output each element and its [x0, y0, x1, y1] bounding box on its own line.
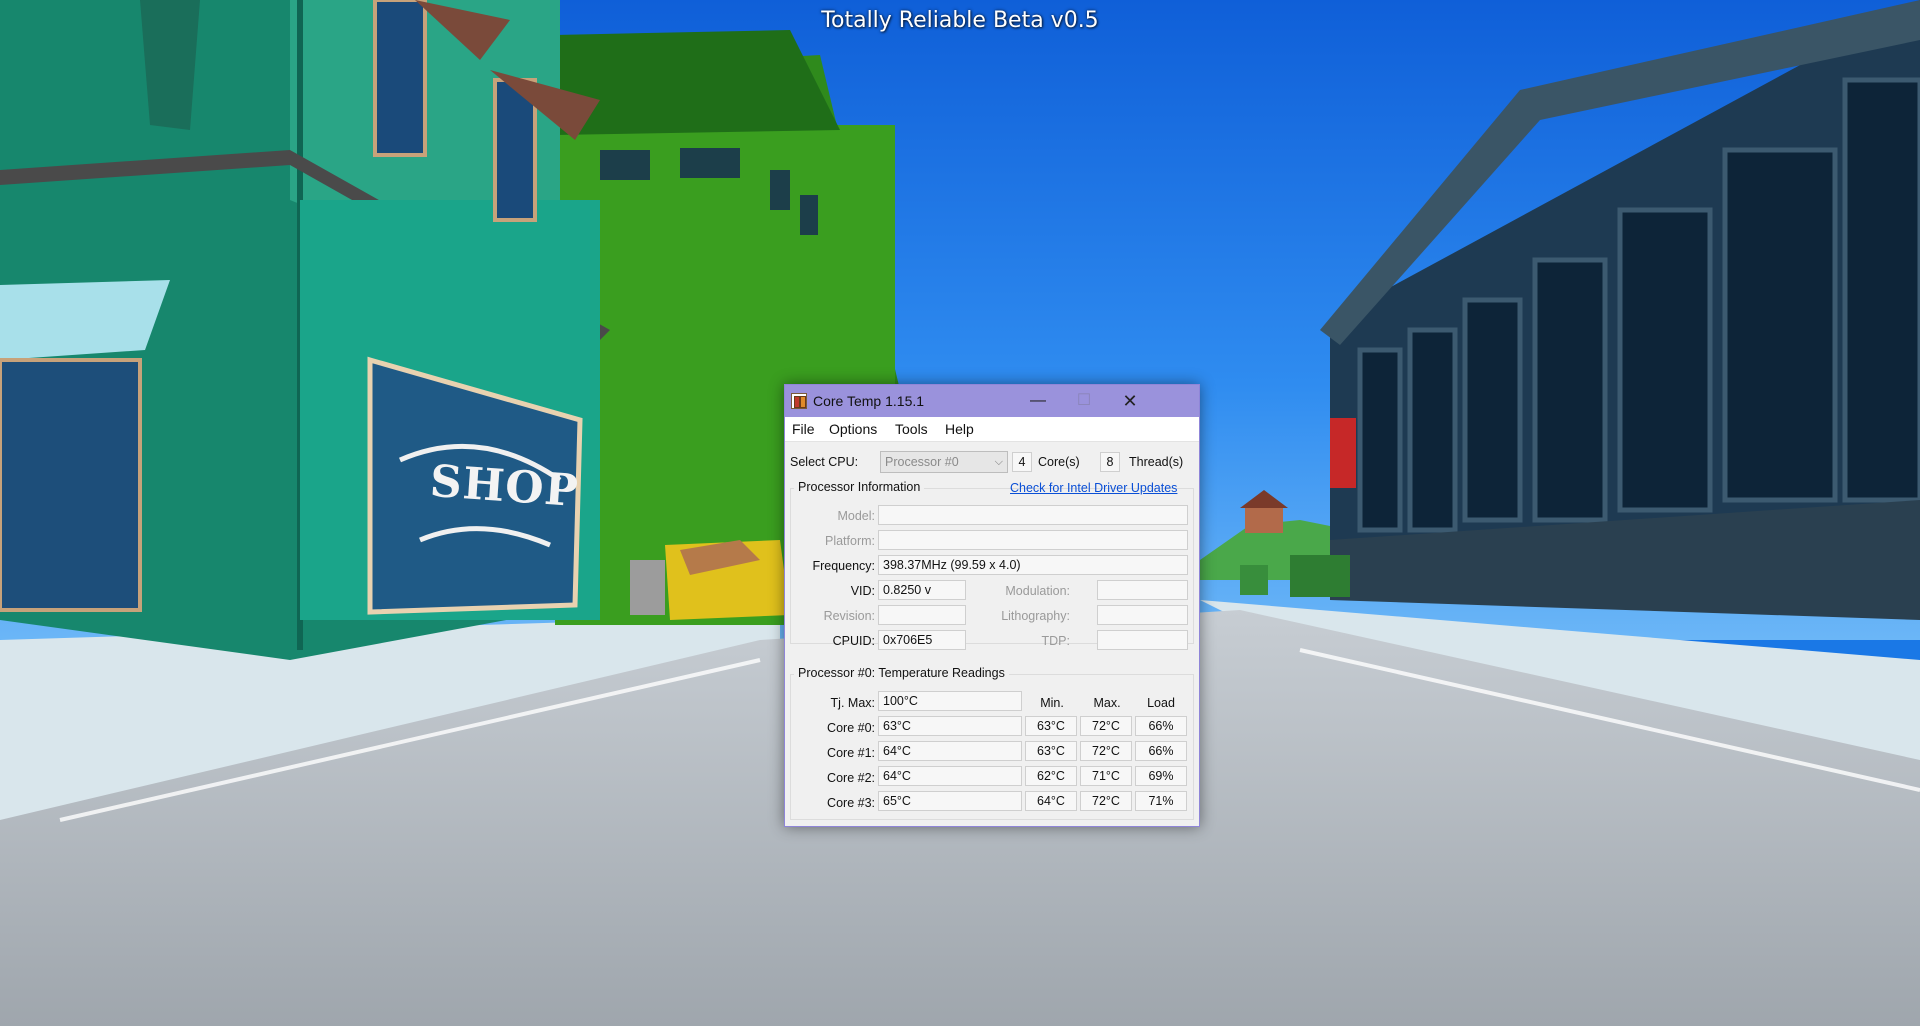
threads-label: Thread(s) — [1129, 455, 1184, 469]
vid-field: 0.8250 v — [878, 580, 966, 600]
lithography-field — [1097, 605, 1188, 625]
core-temp: 64°C — [878, 741, 1022, 761]
core-max: 72°C — [1080, 791, 1132, 811]
modulation-field — [1097, 580, 1188, 600]
core-max: 72°C — [1080, 716, 1132, 736]
tdp-field — [1097, 630, 1188, 650]
col-max-header: Max. — [1093, 696, 1121, 710]
maximize-button[interactable]: ☐ — [1061, 385, 1107, 417]
chevron-down-icon: ⌵ — [994, 456, 1003, 468]
core-label: Core #1: — [827, 746, 875, 760]
temperature-group-label: Processor #0: Temperature Readings — [794, 666, 1009, 680]
menu-tools[interactable]: Tools — [895, 421, 928, 437]
cores-label: Core(s) — [1038, 455, 1080, 469]
core-temp: 65°C — [878, 791, 1022, 811]
menu-bar: File Options Tools Help — [785, 417, 1199, 442]
title-bar[interactable]: Core Temp 1.15.1 — ☐ ✕ — [785, 385, 1199, 417]
core-label: Core #3: — [827, 796, 875, 810]
processor-info-label: Processor Information — [794, 480, 925, 494]
model-field — [878, 505, 1188, 525]
core-load: 66% — [1135, 716, 1187, 736]
cores-count: 4 — [1012, 452, 1032, 472]
tjmax-label: Tj. Max: — [830, 696, 875, 710]
frequency-label: Frequency: — [812, 559, 875, 573]
core-min: 63°C — [1025, 716, 1077, 736]
revision-field — [878, 605, 966, 625]
platform-label: Platform: — [824, 534, 875, 548]
core-label: Core #2: — [827, 771, 875, 785]
cpu-select-value: Processor #0 — [885, 455, 959, 469]
core-temp: 63°C — [878, 716, 1022, 736]
thermometer-icon — [791, 393, 807, 409]
core-max: 72°C — [1080, 741, 1132, 761]
col-min-header: Min. — [1040, 696, 1064, 710]
cpu-select[interactable]: Processor #0 ⌵ — [880, 451, 1008, 473]
tdp-label: TDP: — [1041, 634, 1070, 648]
modulation-label: Modulation: — [1005, 584, 1070, 598]
revision-label: Revision: — [823, 609, 875, 623]
frequency-field: 398.37MHz (99.59 x 4.0) — [878, 555, 1188, 575]
core-label: Core #0: — [827, 721, 875, 735]
minimize-button[interactable]: — — [1015, 385, 1061, 417]
threads-count: 8 — [1100, 452, 1120, 472]
menu-options[interactable]: Options — [829, 421, 877, 437]
core-temp-window[interactable]: Core Temp 1.15.1 — ☐ ✕ File Options Tool… — [784, 384, 1200, 827]
core-load: 69% — [1135, 766, 1187, 786]
core-load: 71% — [1135, 791, 1187, 811]
distant-house — [1245, 505, 1283, 533]
platform-field — [878, 530, 1188, 550]
window-title: Core Temp 1.15.1 — [813, 393, 925, 409]
select-cpu-label: Select CPU: — [790, 455, 859, 469]
col-load-header: Load — [1147, 696, 1175, 710]
model-label: Model: — [837, 509, 875, 523]
core-min: 63°C — [1025, 741, 1077, 761]
core-min: 64°C — [1025, 791, 1077, 811]
menu-file[interactable]: File — [792, 421, 815, 437]
core-min: 62°C — [1025, 766, 1077, 786]
cpuid-field: 0x706E5 — [878, 630, 966, 650]
shop-sign-text: SHOP — [428, 455, 581, 518]
core-max: 71°C — [1080, 766, 1132, 786]
vid-label: VID: — [850, 584, 875, 598]
lithography-label: Lithography: — [1001, 609, 1070, 623]
close-button[interactable]: ✕ — [1107, 385, 1153, 417]
core-load: 66% — [1135, 741, 1187, 761]
cpuid-label: CPUID: — [832, 634, 875, 648]
tjmax-field: 100°C — [878, 691, 1022, 711]
game-title: Totally Reliable Beta v0.5 — [821, 8, 1099, 33]
core-temp: 64°C — [878, 766, 1022, 786]
intel-driver-link[interactable]: Check for Intel Driver Updates — [1010, 481, 1177, 495]
poster — [1330, 418, 1356, 488]
menu-help[interactable]: Help — [945, 421, 974, 437]
